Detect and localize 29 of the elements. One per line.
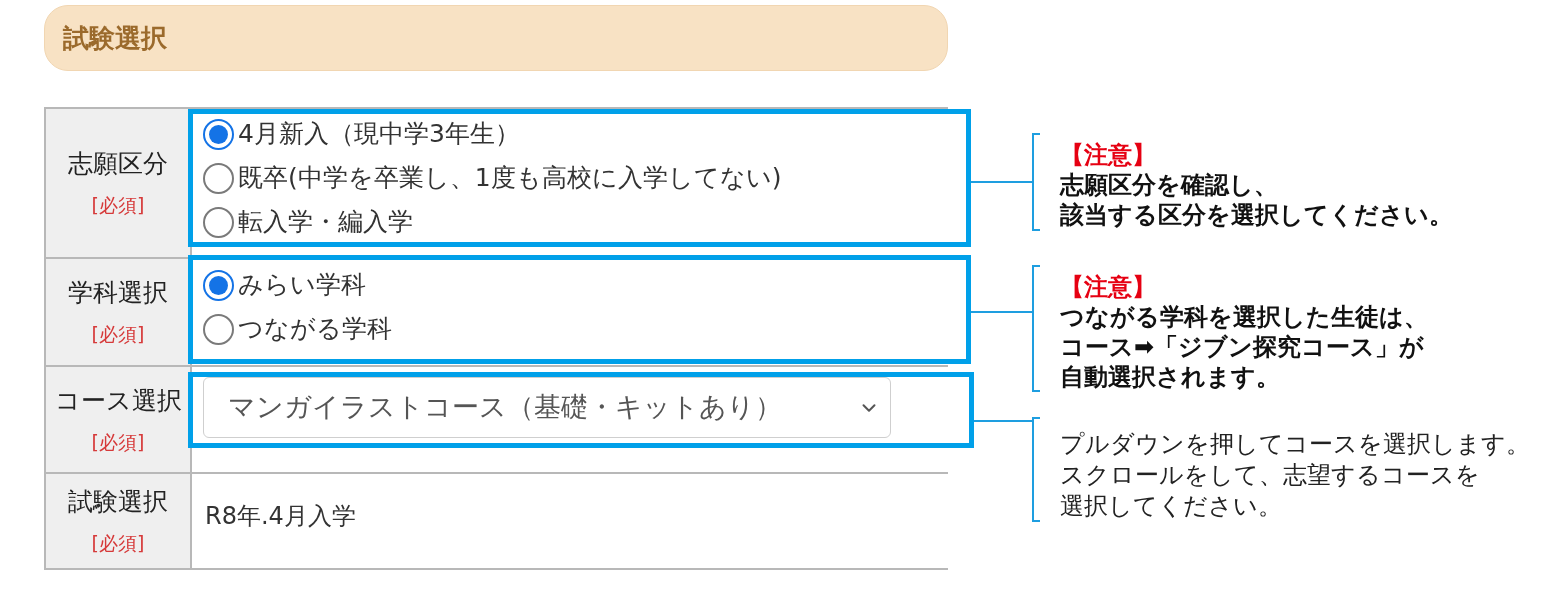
leader-line: [974, 420, 1033, 422]
callout-text: プルダウンを押してコースを選択します。 スクロールをして、志望するコースを 選択してください。: [1060, 429, 1530, 522]
callout-heading: 【注意】: [1060, 140, 1157, 170]
radio-button[interactable]: [203, 118, 234, 150]
radio-button[interactable]: [203, 206, 234, 238]
exam-value: R8年.4月入学: [205, 501, 356, 532]
option-label[interactable]: 転入学・編入学: [238, 200, 413, 244]
radio-button[interactable]: [203, 269, 234, 301]
callout-heading: 【注意】: [1060, 272, 1157, 302]
option-label[interactable]: 4月新入（現中学3年生）: [238, 112, 520, 156]
radio-button[interactable]: [203, 162, 234, 194]
callout-text: 志願区分を確認し、 該当する区分を選択してください。: [1060, 170, 1453, 230]
required-mark: [必須]: [91, 193, 145, 217]
required-mark: [必須]: [91, 531, 145, 555]
radio-button[interactable]: [203, 313, 234, 345]
field-label: 試験選択: [68, 487, 168, 517]
callout-text: つながる学科を選択した生徒は、 コース➡「ジブン探究コース」が 自動選択されます。: [1060, 302, 1428, 392]
field-label: コース選択: [54, 385, 182, 416]
course-select[interactable]: マンガイラストコース（基礎・キットあり）: [203, 377, 891, 438]
leader-line: [971, 311, 1033, 313]
option-label[interactable]: みらい学科: [238, 263, 366, 307]
leader-line: [971, 181, 1033, 183]
option-label[interactable]: 既卒(中学を卒業し、1度も高校に入学してない): [238, 156, 782, 200]
field-label: 志願区分: [68, 149, 168, 179]
section-title: 試験選択: [63, 21, 167, 55]
required-mark: [必須]: [91, 429, 145, 454]
field-label: 学科選択: [68, 278, 168, 308]
option-label[interactable]: つながる学科: [238, 307, 392, 351]
required-mark: [必須]: [91, 322, 145, 346]
